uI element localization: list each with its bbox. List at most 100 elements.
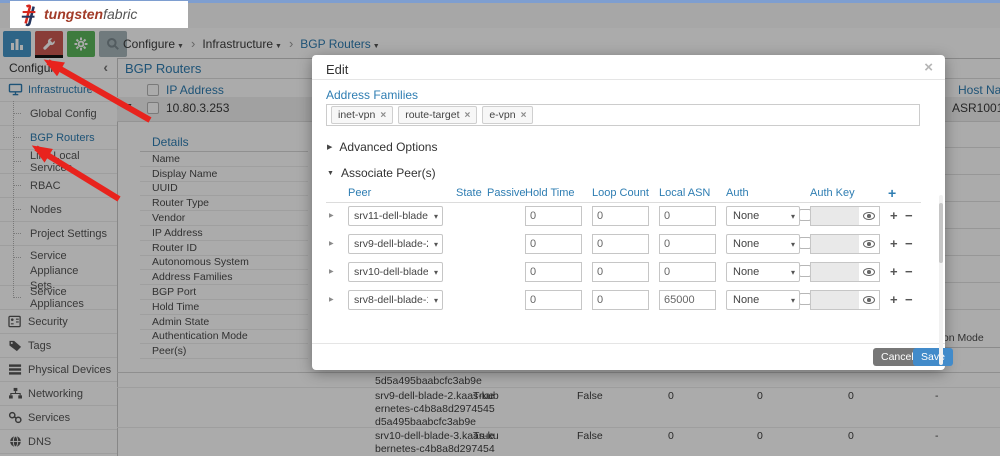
local-asn-input[interactable]	[659, 290, 716, 310]
tag-label: inet-vpn	[338, 109, 375, 121]
row-expander-icon[interactable]: ▶	[329, 268, 334, 275]
peer-row: ▶ srv10-dell-blade-3...▾ ✓ None▾ + −	[312, 261, 945, 283]
grid-header-state: State	[456, 187, 482, 199]
remove-row-button[interactable]: −	[905, 208, 913, 223]
tag-e-vpn[interactable]: e-vpn ×	[482, 106, 533, 124]
auth-select-value: None	[733, 266, 759, 278]
show-password-button[interactable]	[859, 291, 879, 309]
hold-time-input[interactable]	[525, 234, 582, 254]
local-asn-input[interactable]	[659, 206, 716, 226]
caret-down-icon: ▾	[434, 268, 438, 277]
hold-time-input[interactable]	[525, 290, 582, 310]
remove-tag-icon[interactable]: ×	[521, 110, 527, 121]
remove-tag-icon[interactable]: ×	[380, 110, 386, 121]
address-families-input[interactable]: inet-vpn × route-target × e-vpn ×	[326, 104, 920, 126]
grid-header-passive: Passive	[487, 187, 526, 199]
caret-down-icon: ▾	[791, 268, 795, 277]
auth-key-input[interactable]	[810, 262, 880, 282]
caret-down-icon: ▾	[434, 212, 438, 221]
associate-peers-label: Associate Peer(s)	[341, 166, 436, 180]
auth-select[interactable]: None ▾	[726, 234, 800, 254]
peer-row: ▶ srv8-dell-blade-1.k...▾ ✓ None▾ + −	[312, 289, 945, 311]
peer-select[interactable]: srv11-dell-blade-4... ▾	[348, 206, 443, 226]
add-row-button[interactable]: +	[890, 292, 898, 307]
grid-header-local-asn: Local ASN	[659, 187, 710, 199]
peer-select-value: srv11-dell-blade-4...	[354, 210, 428, 222]
edit-modal: Edit × Address Families inet-vpn × route-…	[312, 55, 945, 370]
expanded-expander-icon: ▼	[327, 170, 334, 177]
auth-key-input[interactable]	[810, 290, 880, 310]
eye-icon	[863, 240, 875, 248]
loop-count-input[interactable]	[592, 206, 649, 226]
brand-logo[interactable]: tungstenfabric	[10, 1, 188, 28]
grid-header-hold-time: Hold Time	[525, 187, 575, 199]
auth-select[interactable]: None ▾	[726, 290, 800, 310]
remove-tag-icon[interactable]: ×	[464, 110, 470, 121]
row-expander-icon[interactable]: ▶	[329, 296, 334, 303]
auth-key-input[interactable]	[810, 206, 880, 226]
show-password-button[interactable]	[859, 207, 879, 225]
auth-select[interactable]: None ▾	[726, 262, 800, 282]
loop-count-input[interactable]	[592, 262, 649, 282]
caret-down-icon: ▾	[791, 240, 795, 249]
brand-name-light: fabric	[103, 6, 137, 22]
caret-down-icon: ▾	[434, 240, 438, 249]
auth-select-value: None	[733, 294, 759, 306]
remove-row-button[interactable]: −	[905, 264, 913, 279]
tag-label: e-vpn	[489, 109, 515, 121]
peer-row: ▶ srv11-dell-blade-4...▾ ✓ None▾ + −	[312, 205, 945, 227]
peer-select[interactable]: srv9-dell-blade-2.k... ▾	[348, 234, 443, 254]
loop-count-input[interactable]	[592, 290, 649, 310]
modal-title: Edit	[326, 62, 348, 77]
row-expander-icon[interactable]: ▶	[329, 240, 334, 247]
grid-header-auth-key: Auth Key	[810, 187, 855, 199]
brand-name-bold: tungsten	[44, 6, 103, 22]
peer-select-value: srv8-dell-blade-1.k...	[354, 294, 428, 306]
auth-select-value: None	[733, 210, 759, 222]
eye-icon	[863, 212, 875, 220]
caret-down-icon: ▾	[434, 296, 438, 305]
show-password-button[interactable]	[859, 235, 879, 253]
grid-header-peer: Peer	[348, 187, 371, 199]
tag-route-target[interactable]: route-target ×	[398, 106, 477, 124]
eye-icon	[863, 268, 875, 276]
hold-time-input[interactable]	[525, 206, 582, 226]
save-button[interactable]: Save	[913, 348, 953, 366]
add-row-button[interactable]: +	[890, 264, 898, 279]
remove-row-button[interactable]: −	[905, 292, 913, 307]
collapsed-expander-icon: ▶	[327, 143, 332, 151]
loop-count-input[interactable]	[592, 234, 649, 254]
tungsten-fabric-mark-icon	[18, 3, 40, 27]
add-peer-button[interactable]: +	[888, 185, 896, 201]
auth-key-input[interactable]	[810, 234, 880, 254]
app-window: Configure▼ › Infrastructure▼ › BGP Route…	[0, 0, 1000, 456]
row-expander-icon[interactable]: ▶	[329, 212, 334, 219]
associate-peers-toggle[interactable]: ▼ Associate Peer(s)	[327, 166, 436, 180]
tag-inet-vpn[interactable]: inet-vpn ×	[331, 106, 393, 124]
close-icon[interactable]: ×	[924, 59, 933, 76]
peer-select[interactable]: srv8-dell-blade-1.k... ▾	[348, 290, 443, 310]
peer-row: ▶ srv9-dell-blade-2.k...▾ ✓ None▾ + −	[312, 233, 945, 255]
auth-select[interactable]: None ▾	[726, 206, 800, 226]
address-families-label: Address Families	[326, 88, 418, 102]
local-asn-input[interactable]	[659, 262, 716, 282]
peer-select-value: srv9-dell-blade-2.k...	[354, 238, 428, 250]
local-asn-input[interactable]	[659, 234, 716, 254]
advanced-options-toggle[interactable]: ▶ Advanced Options	[327, 140, 437, 154]
grid-header-loop-count: Loop Count	[592, 187, 649, 199]
peer-select-value: srv10-dell-blade-3...	[354, 266, 428, 278]
eye-icon	[863, 296, 875, 304]
add-row-button[interactable]: +	[890, 208, 898, 223]
grid-header-auth: Auth	[726, 187, 749, 199]
peer-select[interactable]: srv10-dell-blade-3... ▾	[348, 262, 443, 282]
auth-select-value: None	[733, 238, 759, 250]
show-password-button[interactable]	[859, 263, 879, 281]
add-row-button[interactable]: +	[890, 236, 898, 251]
hold-time-input[interactable]	[525, 262, 582, 282]
remove-row-button[interactable]: −	[905, 236, 913, 251]
caret-down-icon: ▾	[791, 296, 795, 305]
caret-down-icon: ▾	[791, 212, 795, 221]
tag-label: route-target	[405, 109, 459, 121]
modal-scrollbar-thumb[interactable]	[939, 203, 943, 263]
advanced-options-label: Advanced Options	[339, 140, 437, 154]
